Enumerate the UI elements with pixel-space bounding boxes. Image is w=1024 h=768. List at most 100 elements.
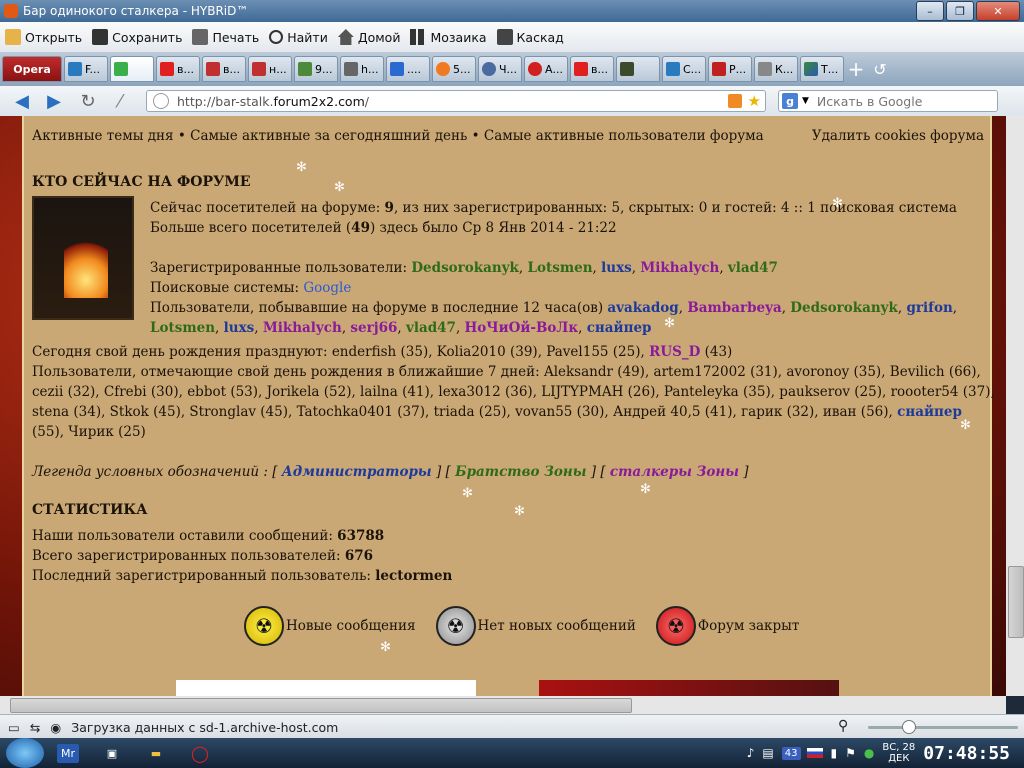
tab-item[interactable]: н... xyxy=(248,56,292,82)
torrent-icon[interactable]: ● xyxy=(864,746,874,760)
tab-bar: Opera F... в... в... н... 9... h... ....… xyxy=(0,52,1024,86)
search-field[interactable]: g ▼ xyxy=(778,90,998,112)
user-link[interactable]: vlad47 xyxy=(406,320,456,336)
scrollbar-thumb[interactable] xyxy=(10,698,632,713)
volume-icon[interactable]: ♪ xyxy=(747,746,755,760)
user-link[interactable]: снайпер xyxy=(897,404,962,420)
taskbar-app-computer[interactable]: ▣ xyxy=(92,740,132,766)
chevron-down-icon[interactable]: ▼ xyxy=(802,96,809,106)
url-field[interactable]: http://bar-stalk.forum2x2.com/ ★ xyxy=(146,90,766,112)
date-display: ВС, 28 ДЕК xyxy=(882,742,915,764)
taskbar-app-mr[interactable]: Mr xyxy=(48,740,88,766)
reload-button[interactable]: ↻ xyxy=(78,91,98,112)
legend-stalkers-link[interactable]: сталкеры Зоны xyxy=(610,464,739,480)
tab-item[interactable]: Т... xyxy=(800,56,844,82)
zoom-icon[interactable]: ⚲ xyxy=(838,718,848,734)
tab-item[interactable]: в... xyxy=(570,56,614,82)
tab-item[interactable]: 5... xyxy=(432,56,476,82)
arrows-icon[interactable]: ⇆ xyxy=(30,720,40,735)
taskbar-app-opera[interactable]: ◯ xyxy=(180,740,220,766)
start-button[interactable] xyxy=(6,738,44,768)
user-link[interactable]: RUS_D xyxy=(649,344,700,360)
user-link[interactable]: Mikhalych xyxy=(640,260,719,276)
panel-toggle-icon[interactable]: ▭ xyxy=(8,720,20,735)
no-new-posts-label: Нет новых сообщений xyxy=(477,618,636,634)
home-button[interactable]: Домой xyxy=(333,29,406,45)
close-button[interactable]: ✕ xyxy=(976,1,1020,21)
search-input[interactable] xyxy=(814,92,989,110)
signal-icon[interactable]: ▮ xyxy=(831,746,838,760)
google-bot-link[interactable]: Google xyxy=(303,280,351,296)
speed-dial-icon[interactable]: ◉ xyxy=(50,720,61,735)
stats-users-value: 676 xyxy=(344,548,374,564)
minimize-button[interactable]: – xyxy=(916,1,944,21)
user-link[interactable]: снайпер xyxy=(587,320,652,336)
cascade-button[interactable]: Каскад xyxy=(492,29,569,45)
bookmark-star-icon[interactable]: ★ xyxy=(748,92,761,110)
vertical-scrollbar[interactable] xyxy=(1006,116,1024,696)
tab-item[interactable] xyxy=(616,56,660,82)
speech-bubble-icon xyxy=(114,62,128,76)
horizontal-scrollbar[interactable] xyxy=(0,696,1006,714)
user-link[interactable]: Dedsorokanyk xyxy=(411,260,519,276)
stats-last-user-link[interactable]: lectormen xyxy=(375,568,452,584)
closed-tabs-button[interactable]: ↺ xyxy=(868,60,892,79)
flag-icon[interactable]: ⚑ xyxy=(845,746,856,760)
user-link[interactable]: avakadog xyxy=(607,300,678,316)
tab-item[interactable]: А... xyxy=(524,56,568,82)
user-link[interactable]: luxs xyxy=(224,320,255,336)
user-link[interactable]: vlad47 xyxy=(728,260,778,276)
network-icon[interactable]: ▤ xyxy=(762,746,773,760)
taskbar-app-explorer[interactable]: ▬ xyxy=(136,740,176,766)
language-flag-icon[interactable] xyxy=(806,748,823,758)
legend-brotherhood-link[interactable]: Братство Зоны xyxy=(455,464,586,480)
maximize-button[interactable]: ❐ xyxy=(946,1,974,21)
tab-item-active[interactable] xyxy=(110,56,154,82)
forward-button[interactable]: ▶ xyxy=(44,91,64,112)
tab-item[interactable]: в... xyxy=(156,56,200,82)
user-link[interactable]: serj66 xyxy=(350,320,397,336)
user-link[interactable]: Bambarbeya xyxy=(687,300,781,316)
mail-count-badge[interactable]: 43 xyxy=(781,746,801,760)
user-link[interactable]: Lotsmen xyxy=(150,320,215,336)
mosaic-button[interactable]: Мозаика xyxy=(405,29,491,45)
tab-item[interactable]: в... xyxy=(202,56,246,82)
find-label: Найти xyxy=(287,29,328,45)
tab-label: К... xyxy=(775,62,794,76)
user-link[interactable]: Dedsorokanyk xyxy=(790,300,898,316)
open-button[interactable]: Открыть xyxy=(0,29,87,45)
back-button[interactable]: ◀ xyxy=(12,91,32,112)
delete-cookies-link[interactable]: Удалить cookies форума xyxy=(812,128,984,144)
tab-item[interactable]: .... xyxy=(386,56,430,82)
zoom-knob[interactable] xyxy=(902,720,916,734)
user-link[interactable]: НоЧиОй-ВоЛк xyxy=(465,320,579,336)
tab-item[interactable]: К... xyxy=(754,56,798,82)
zoom-slider[interactable] xyxy=(868,720,1018,734)
print-button[interactable]: Печать xyxy=(187,29,264,45)
tab-item[interactable]: С... xyxy=(662,56,706,82)
clock[interactable]: 07:48:55 xyxy=(923,743,1010,764)
user-link[interactable]: Lotsmen xyxy=(528,260,593,276)
scrollbar-thumb[interactable] xyxy=(1008,566,1024,638)
tab-label: в... xyxy=(177,62,194,76)
top-links[interactable]: Активные темы дня • Самые активные за се… xyxy=(32,128,764,144)
opera-menu-button[interactable]: Opera xyxy=(2,56,62,82)
google-icon[interactable]: g xyxy=(782,93,798,109)
ad-banner[interactable] xyxy=(539,680,839,696)
save-button[interactable]: Сохранить xyxy=(87,29,187,45)
find-button[interactable]: Найти xyxy=(264,30,333,45)
search-engines-label: Поисковые системы: xyxy=(150,280,300,296)
new-tab-button[interactable]: + xyxy=(844,57,868,81)
legend-admins-link[interactable]: Администраторы xyxy=(282,464,432,480)
wand-button[interactable]: ⁄ xyxy=(110,91,130,112)
rss-icon[interactable] xyxy=(727,94,742,108)
tab-item[interactable]: Ч... xyxy=(478,56,522,82)
tab-item[interactable]: 9... xyxy=(294,56,338,82)
tab-item[interactable]: h... xyxy=(340,56,384,82)
user-link[interactable]: luxs xyxy=(601,260,632,276)
user-link[interactable]: grifon xyxy=(906,300,952,316)
tab-item[interactable]: Р... xyxy=(708,56,752,82)
document-icon xyxy=(758,62,772,76)
tab-item[interactable]: F... xyxy=(64,56,108,82)
user-link[interactable]: Mikhalych xyxy=(263,320,342,336)
